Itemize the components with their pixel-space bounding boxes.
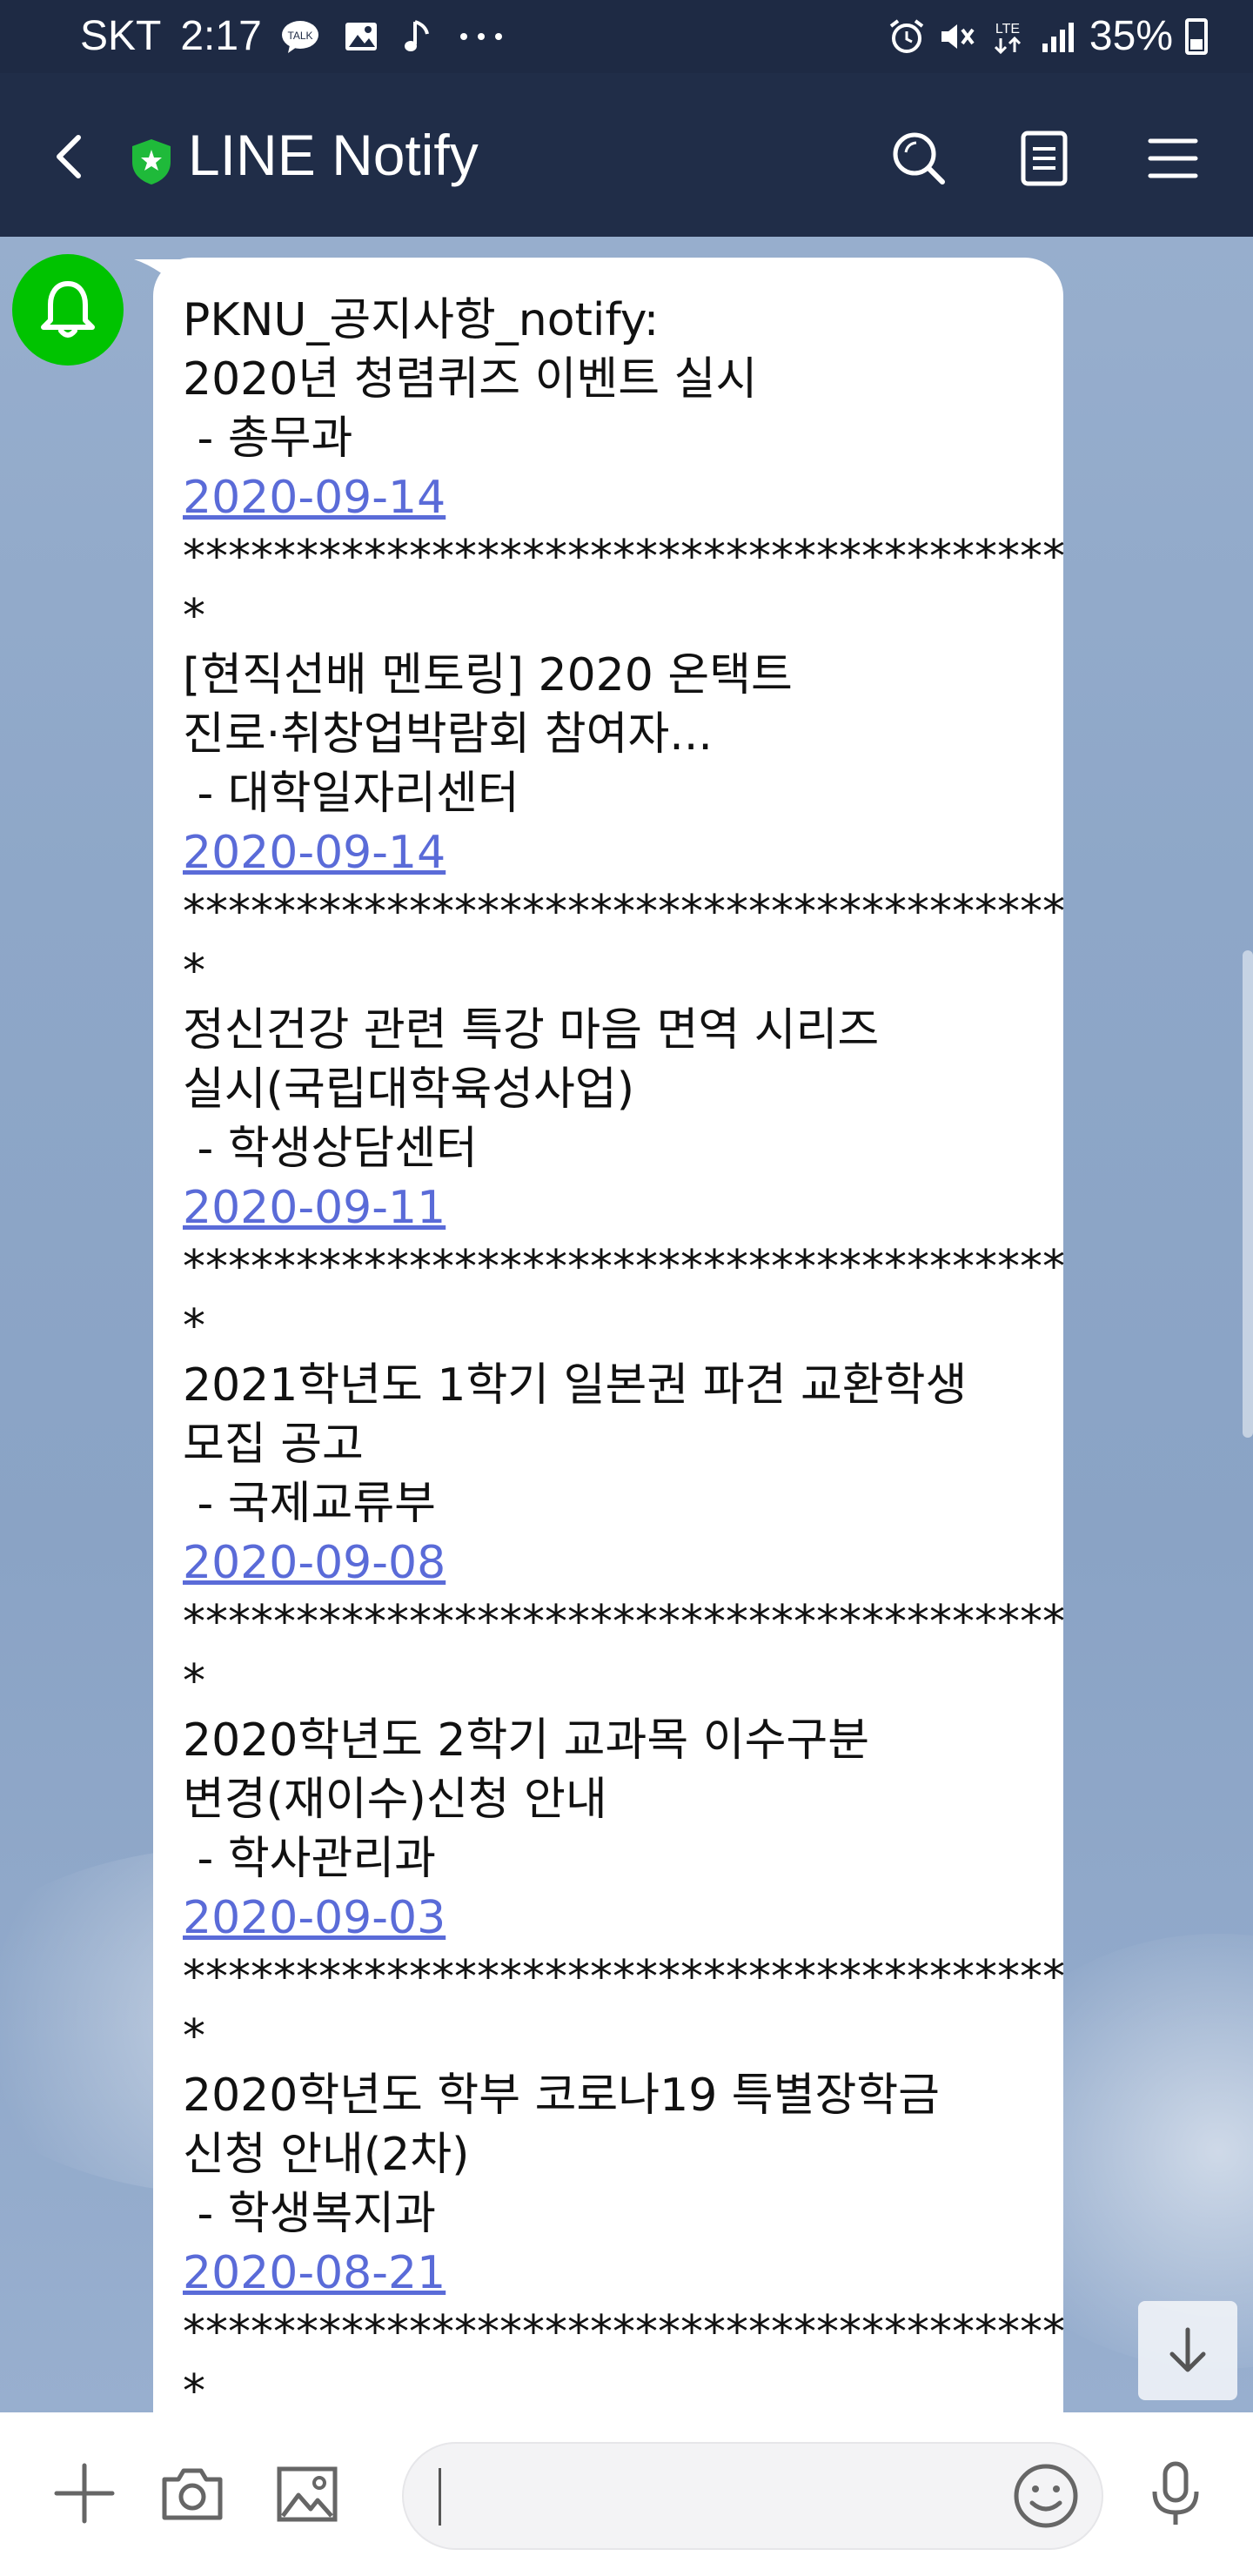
notice-date-link[interactable]: 2020-09-03 bbox=[183, 1888, 1039, 1948]
message-input-bar bbox=[0, 2412, 1253, 2576]
separator: *************************************** … bbox=[183, 531, 1065, 642]
notice-department: - 국제교류부 bbox=[183, 1478, 437, 1530]
notice-title-line: 정신건강 관련 특강 마음 면역 시리즈 bbox=[183, 1004, 880, 1057]
gallery-icon bbox=[345, 22, 377, 50]
svg-text:TALK: TALK bbox=[287, 30, 312, 42]
chat-title: LINE Notify bbox=[188, 123, 479, 187]
notice-date-link[interactable]: 2020-08-21 bbox=[183, 2244, 1039, 2303]
microphone-icon bbox=[1152, 2461, 1199, 2525]
chat-header: LINE Notify bbox=[0, 73, 1253, 237]
chevron-left-icon bbox=[57, 135, 81, 178]
mute-icon bbox=[941, 23, 975, 49]
notice-title-line: 진로·취창업박람회 참여자... bbox=[183, 708, 713, 761]
separator: *************************************** … bbox=[183, 886, 1065, 997]
notice-title-line: 실시(국립대학육성사업) bbox=[183, 1063, 634, 1116]
scroll-to-bottom-button[interactable] bbox=[1138, 2301, 1237, 2400]
emoji-icon[interactable] bbox=[1009, 2459, 1082, 2532]
separator: *************************************** … bbox=[183, 2306, 1065, 2412]
separator: *************************************** … bbox=[183, 1596, 1065, 1707]
add-button[interactable] bbox=[45, 2454, 124, 2532]
status-left: SKT 2:17 TALK bbox=[80, 12, 506, 60]
hamburger-menu-icon bbox=[1148, 138, 1198, 178]
message-bubble[interactable]: PKNU_공지사항_notify: 2020년 청렴퀴즈 이벤트 실시 - 총무… bbox=[153, 258, 1065, 2412]
chat-area[interactable]: PKNU_공지사항_notify: 2020년 청렴퀴즈 이벤트 실시 - 총무… bbox=[0, 237, 1253, 2412]
lte-icon: LTE bbox=[994, 22, 1021, 54]
notice-department: - 학생상담센터 bbox=[183, 1123, 478, 1175]
music-icon bbox=[404, 19, 429, 51]
search-icon bbox=[893, 132, 945, 184]
gallery-button[interactable] bbox=[268, 2454, 346, 2532]
back-button[interactable] bbox=[38, 122, 108, 191]
camera-icon bbox=[162, 2468, 223, 2520]
camera-button[interactable] bbox=[153, 2454, 231, 2532]
notice-department: - 대학일자리센터 bbox=[183, 768, 519, 820]
status-bar: SKT 2:17 TALK LTE 35% bbox=[0, 0, 1253, 73]
menu-button[interactable] bbox=[1133, 118, 1213, 198]
more-dots-icon bbox=[459, 32, 502, 40]
avatar[interactable] bbox=[12, 254, 124, 366]
notice-title-line: 2020학년도 학부 코로나19 특별장학금 bbox=[183, 2070, 941, 2122]
svg-text:LTE: LTE bbox=[995, 22, 1020, 37]
notice-title-line: 신청 안내(2차) bbox=[183, 2129, 470, 2181]
alarm-icon bbox=[889, 18, 924, 53]
notice-date-link[interactable]: 2020-09-08 bbox=[183, 1533, 1039, 1593]
notice-item: 2021학년도 1학기 일본권 파견 교환학생 모집 공고 - 국제교류부 20… bbox=[183, 1356, 1065, 1711]
notes-icon bbox=[1021, 131, 1068, 186]
message-heading: PKNU_공지사항_notify: bbox=[183, 294, 660, 346]
notice-date-link[interactable]: 2020-09-14 bbox=[183, 823, 1039, 882]
notice-item: 2020학년도 학부 코로나19 특별장학금 신청 안내(2차) - 학생복지과… bbox=[183, 2066, 1065, 2412]
status-right: LTE 35% bbox=[888, 12, 1208, 60]
notice-item: [현직선배 멘토링] 2020 온택트 진로·취창업박람회 참여자... - 대… bbox=[183, 646, 1065, 1001]
notice-department: - 총무과 bbox=[183, 413, 353, 465]
notice-item: 정신건강 관련 특강 마음 면역 시리즈 실시(국립대학육성사업) - 학생상담… bbox=[183, 1001, 1065, 1356]
voice-button[interactable] bbox=[1136, 2454, 1215, 2532]
battery-icon bbox=[1185, 17, 1208, 55]
notice-title-line: 변경(재이수)신청 안내 bbox=[183, 1774, 607, 1826]
notice-title-line: 2020학년도 2학기 교과목 이수구분 bbox=[183, 1714, 870, 1767]
bell-icon bbox=[41, 281, 95, 338]
carrier-label: SKT bbox=[80, 13, 162, 59]
notes-button[interactable] bbox=[1004, 118, 1084, 198]
message-input[interactable] bbox=[402, 2442, 1103, 2550]
signal-icon bbox=[1042, 22, 1074, 52]
clock: 2:17 bbox=[180, 13, 262, 59]
notice-title-line: 2020년 청렴퀴즈 이벤트 실시 bbox=[183, 353, 758, 406]
notice-title-line: [현직선배 멘토링] 2020 온택트 bbox=[183, 649, 793, 701]
notice-department: - 학사관리과 bbox=[183, 1833, 437, 1885]
battery-percent: 35% bbox=[1089, 13, 1173, 59]
shield-star-icon bbox=[132, 139, 171, 184]
arrow-down-icon bbox=[1169, 2327, 1206, 2372]
separator: *************************************** … bbox=[183, 1951, 1065, 2063]
notice-title-line: 2021학년도 1학기 일본권 파견 교환학생 bbox=[183, 1359, 968, 1412]
text-caret bbox=[439, 2468, 441, 2526]
scrollbar[interactable] bbox=[1243, 950, 1253, 1438]
image-icon bbox=[277, 2466, 338, 2522]
notice-date-link[interactable]: 2020-09-11 bbox=[183, 1178, 1039, 1238]
notice-title-line: 모집 공고 bbox=[183, 1419, 364, 1471]
separator: *************************************** … bbox=[183, 1241, 1065, 1352]
notice-department: - 학생복지과 bbox=[183, 2188, 437, 2240]
notice-item: 2020학년도 2학기 교과목 이수구분 변경(재이수)신청 안내 - 학사관리… bbox=[183, 1711, 1065, 2066]
talk-icon: TALK bbox=[281, 20, 318, 53]
notice-date-link[interactable]: 2020-09-14 bbox=[183, 468, 1039, 527]
notice-item: 2020년 청렴퀴즈 이벤트 실시 - 총무과 2020-09-14 *****… bbox=[183, 350, 1065, 646]
message-text: PKNU_공지사항_notify: 2020년 청렴퀴즈 이벤트 실시 - 총무… bbox=[183, 291, 1065, 2412]
search-button[interactable] bbox=[879, 118, 959, 198]
plus-icon bbox=[54, 2463, 115, 2524]
